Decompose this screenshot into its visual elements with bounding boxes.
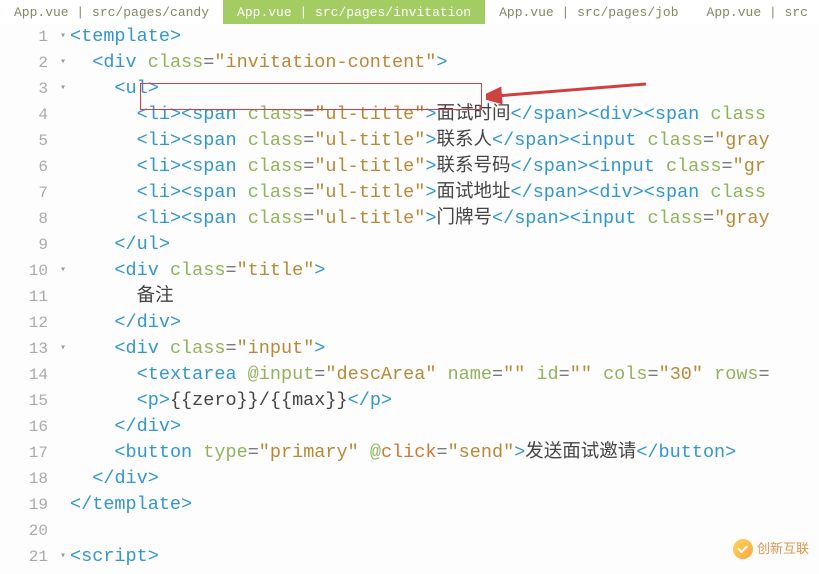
code-line[interactable]: </div>	[70, 466, 819, 492]
fold-toggle	[56, 128, 70, 154]
code-line[interactable]: </div>	[70, 414, 819, 440]
fold-toggle[interactable]: ▾	[56, 258, 70, 284]
code-line[interactable]: <div class="invitation-content">	[70, 50, 819, 76]
watermark-logo-icon	[733, 539, 753, 559]
fold-toggle	[56, 518, 70, 544]
fold-toggle	[56, 466, 70, 492]
fold-toggle	[56, 362, 70, 388]
line-number: 20	[0, 518, 48, 544]
line-number: 9	[0, 232, 48, 258]
line-number: 14	[0, 362, 48, 388]
line-number: 5	[0, 128, 48, 154]
code-editor[interactable]: 123456789101112131415161718192021 ▾▾▾▾▾▾…	[0, 24, 819, 574]
fold-toggle[interactable]: ▾	[56, 336, 70, 362]
code-line[interactable]: </template>	[70, 492, 819, 518]
fold-toggle	[56, 388, 70, 414]
code-line[interactable]: <li><span class="ul-title">面试地址</span><d…	[70, 180, 819, 206]
line-number-gutter: 123456789101112131415161718192021	[0, 24, 56, 574]
fold-toggle[interactable]: ▾	[56, 544, 70, 570]
fold-toggle	[56, 180, 70, 206]
tab-0[interactable]: App.vue | src/pages/candy	[0, 0, 223, 24]
code-line[interactable]: <p>{{zero}}/{{max}}</p>	[70, 388, 819, 414]
code-line[interactable]: <template>	[70, 24, 819, 50]
fold-toggle	[56, 102, 70, 128]
line-number: 7	[0, 180, 48, 206]
code-line[interactable]: <li><span class="ul-title">面试时间</span><d…	[70, 102, 819, 128]
line-number: 12	[0, 310, 48, 336]
watermark-text: 创新互联	[757, 536, 809, 562]
fold-toggle	[56, 232, 70, 258]
line-number: 18	[0, 466, 48, 492]
fold-toggle	[56, 492, 70, 518]
code-line[interactable]: <script>	[70, 544, 819, 570]
line-number: 2	[0, 50, 48, 76]
code-line[interactable]: <div class="title">	[70, 258, 819, 284]
code-area[interactable]: <template> <div class="invitation-conten…	[70, 24, 819, 574]
fold-gutter[interactable]: ▾▾▾▾▾▾	[56, 24, 70, 574]
line-number: 6	[0, 154, 48, 180]
fold-toggle	[56, 414, 70, 440]
code-line[interactable]: <textarea @input="descArea" name="" id="…	[70, 362, 819, 388]
line-number: 1	[0, 24, 48, 50]
code-line[interactable]: </ul>	[70, 232, 819, 258]
code-line[interactable]: <li><span class="ul-title">联系人</span><in…	[70, 128, 819, 154]
code-line[interactable]	[70, 518, 819, 544]
tab-1[interactable]: App.vue | src/pages/invitation	[223, 0, 485, 24]
tab-bar: App.vue | src/pages/candyApp.vue | src/p…	[0, 0, 819, 24]
line-number: 15	[0, 388, 48, 414]
code-line[interactable]: 备注	[70, 284, 819, 310]
line-number: 11	[0, 284, 48, 310]
line-number: 16	[0, 414, 48, 440]
line-number: 21	[0, 544, 48, 570]
tab-2[interactable]: App.vue | src/pages/job	[485, 0, 692, 24]
fold-toggle	[56, 284, 70, 310]
fold-toggle	[56, 154, 70, 180]
code-line[interactable]: <ul>	[70, 76, 819, 102]
line-number: 3	[0, 76, 48, 102]
code-line[interactable]: <li><span class="ul-title">门牌号</span><in…	[70, 206, 819, 232]
tab-3[interactable]: App.vue | src	[693, 0, 819, 24]
code-line[interactable]: <li><span class="ul-title">联系号码</span><i…	[70, 154, 819, 180]
code-line[interactable]: <button type="primary" @click="send">发送面…	[70, 440, 819, 466]
line-number: 10	[0, 258, 48, 284]
fold-toggle[interactable]: ▾	[56, 50, 70, 76]
line-number: 4	[0, 102, 48, 128]
line-number: 17	[0, 440, 48, 466]
line-number: 13	[0, 336, 48, 362]
code-line[interactable]: </div>	[70, 310, 819, 336]
line-number: 8	[0, 206, 48, 232]
fold-toggle	[56, 310, 70, 336]
fold-toggle	[56, 440, 70, 466]
watermark: 创新互联	[733, 536, 809, 562]
code-line[interactable]: <div class="input">	[70, 336, 819, 362]
fold-toggle	[56, 206, 70, 232]
fold-toggle[interactable]: ▾	[56, 76, 70, 102]
line-number: 19	[0, 492, 48, 518]
fold-toggle[interactable]: ▾	[56, 24, 70, 50]
